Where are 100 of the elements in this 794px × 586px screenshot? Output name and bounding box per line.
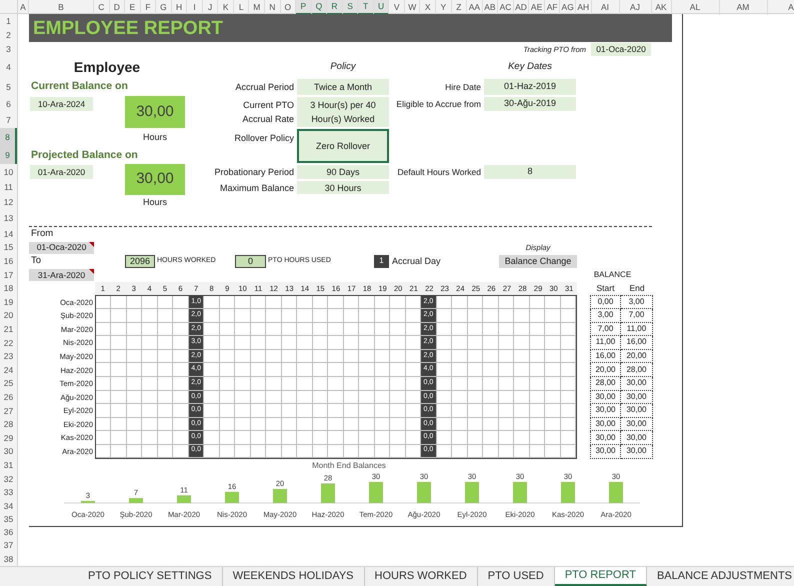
- row-header[interactable]: 2: [0, 28, 17, 42]
- row-header[interactable]: 9: [0, 147, 17, 164]
- policy-value[interactable]: 30 Hours: [297, 181, 389, 194]
- comment-indicator-icon: [89, 269, 94, 274]
- policy-value[interactable]: 3 Hour(s) per 40 Hour(s) Worked: [297, 97, 389, 127]
- row-header[interactable]: 12: [0, 195, 17, 210]
- row-header[interactable]: 3: [0, 42, 17, 57]
- policy-label: Rollover Policy: [234, 132, 295, 145]
- row-header[interactable]: 17: [0, 268, 17, 282]
- from-date-field[interactable]: 01-Oca-2020: [29, 242, 94, 254]
- policy-value[interactable]: Twice a Month: [297, 79, 389, 95]
- row-header[interactable]: 14: [0, 227, 17, 241]
- row-header[interactable]: 36: [0, 526, 17, 538]
- pto-used-value: 0: [235, 254, 266, 268]
- row-header[interactable]: 22: [0, 336, 17, 350]
- accrual-day-key: 1: [374, 254, 389, 268]
- key-date-label: Eligible to Accrue from: [395, 98, 482, 110]
- row-header[interactable]: 19: [0, 295, 17, 309]
- sheet-tab[interactable]: PTO REPORT: [554, 567, 647, 586]
- row-header[interactable]: 13: [0, 210, 17, 227]
- policy-value[interactable]: Zero Rollover: [297, 129, 389, 163]
- bar: [513, 482, 527, 502]
- balance-cell: 30,00: [621, 418, 653, 432]
- hours-label: Hours: [142, 130, 168, 144]
- row-header[interactable]: 27: [0, 404, 17, 418]
- row-header[interactable]: 32: [0, 472, 17, 486]
- report-title: EMPLOYEE REPORT: [33, 18, 224, 38]
- balance-cell: 28,00: [590, 376, 621, 391]
- balance-cell: 11,00: [590, 336, 621, 350]
- row-header[interactable]: 20: [0, 308, 17, 323]
- sheet-tab[interactable]: WEEKENDS HOLIDAYS: [222, 567, 365, 586]
- sheet-tab[interactable]: PTO POLICY SETTINGS: [78, 567, 223, 586]
- bar: [417, 482, 431, 502]
- row-header[interactable]: 7: [0, 112, 17, 128]
- policy-label: Probationary Period: [214, 166, 295, 179]
- sheet-tab[interactable]: HOURS WORKED: [364, 567, 478, 586]
- column-header[interactable]: AM: [720, 0, 768, 15]
- bar: [609, 482, 623, 502]
- column-header[interactable]: P: [296, 0, 312, 15]
- row-header[interactable]: 30: [0, 444, 17, 458]
- balance-heading: BALANCE: [592, 268, 632, 281]
- row-header[interactable]: 38: [0, 552, 17, 566]
- balance-cell: 20,00: [621, 350, 653, 364]
- balance-cell: 30,00: [590, 418, 621, 432]
- row-header[interactable]: 34: [0, 499, 17, 513]
- tracking-date: 01-Oca-2020: [591, 43, 651, 56]
- balance-cell: 3,00: [590, 308, 621, 323]
- balance-value: 30,00: [125, 96, 185, 128]
- start-heading: Start: [596, 282, 616, 296]
- row-header[interactable]: 24: [0, 363, 17, 377]
- row-header[interactable]: 29: [0, 431, 17, 445]
- row-header[interactable]: 33: [0, 486, 17, 500]
- key-date-value[interactable]: 01-Haz-2019: [484, 79, 576, 95]
- key-date-value[interactable]: 8: [484, 165, 576, 179]
- policy-label: Current PTO Accrual Rate: [241, 99, 295, 126]
- hours-worked-value: 2096: [125, 254, 155, 268]
- bar: [369, 482, 383, 502]
- key-date-label: Hire Date: [444, 80, 482, 94]
- row-header[interactable]: 21: [0, 322, 17, 336]
- row-header[interactable]: 37: [0, 538, 17, 552]
- row-header[interactable]: 5: [0, 78, 17, 96]
- row-header[interactable]: 26: [0, 390, 17, 404]
- to-date-field[interactable]: 31-Ara-2020: [29, 269, 94, 281]
- row-header[interactable]: 16: [0, 254, 17, 268]
- balance-cell: 30,00: [590, 431, 621, 445]
- row-header[interactable]: 8: [0, 128, 17, 147]
- balance-cell: 7,00: [590, 322, 621, 336]
- policy-value[interactable]: 90 Days: [297, 165, 389, 179]
- date-field[interactable]: 10-Ara-2024: [30, 97, 93, 111]
- sheet-tab[interactable]: BALANCE ADJUSTMENTS: [646, 567, 794, 586]
- accrual-day-label: Accrual Day: [391, 254, 442, 268]
- row-header[interactable]: 28: [0, 418, 17, 432]
- row-header[interactable]: 18: [0, 282, 17, 296]
- row-header[interactable]: 35: [0, 512, 17, 526]
- row-header[interactable]: 10: [0, 164, 17, 180]
- date-field[interactable]: 01-Ara-2020: [30, 165, 93, 179]
- row-header[interactable]: 23: [0, 350, 17, 364]
- bar: [561, 482, 575, 502]
- row-header[interactable]: 11: [0, 180, 17, 195]
- chart-title: Month End Balances: [312, 460, 386, 470]
- hours-label: Hours: [142, 196, 168, 209]
- to-label: To: [30, 254, 42, 268]
- column-header[interactable]: T: [358, 0, 374, 15]
- column-header[interactable]: A: [768, 0, 794, 15]
- row-header[interactable]: 6: [0, 96, 17, 112]
- row-header[interactable]: 25: [0, 376, 17, 391]
- balance-cell: 30,00: [621, 404, 653, 418]
- column-header[interactable]: R: [327, 0, 343, 15]
- bar: [273, 488, 287, 502]
- employee-heading: Employee: [72, 58, 142, 77]
- row-header[interactable]: 31: [0, 458, 17, 472]
- row-header[interactable]: 4: [0, 57, 17, 78]
- key-date-value[interactable]: 30-Ağu-2019: [484, 97, 576, 111]
- balance-cell: 30,00: [621, 431, 653, 445]
- display-dropdown[interactable]: Balance Change: [499, 254, 577, 268]
- row-header[interactable]: 1: [0, 14, 17, 28]
- policy-heading: Policy: [329, 60, 357, 74]
- row-header[interactable]: 15: [0, 241, 17, 255]
- balance-cell: 11,00: [621, 322, 653, 336]
- policy-label: Maximum Balance: [220, 182, 295, 194]
